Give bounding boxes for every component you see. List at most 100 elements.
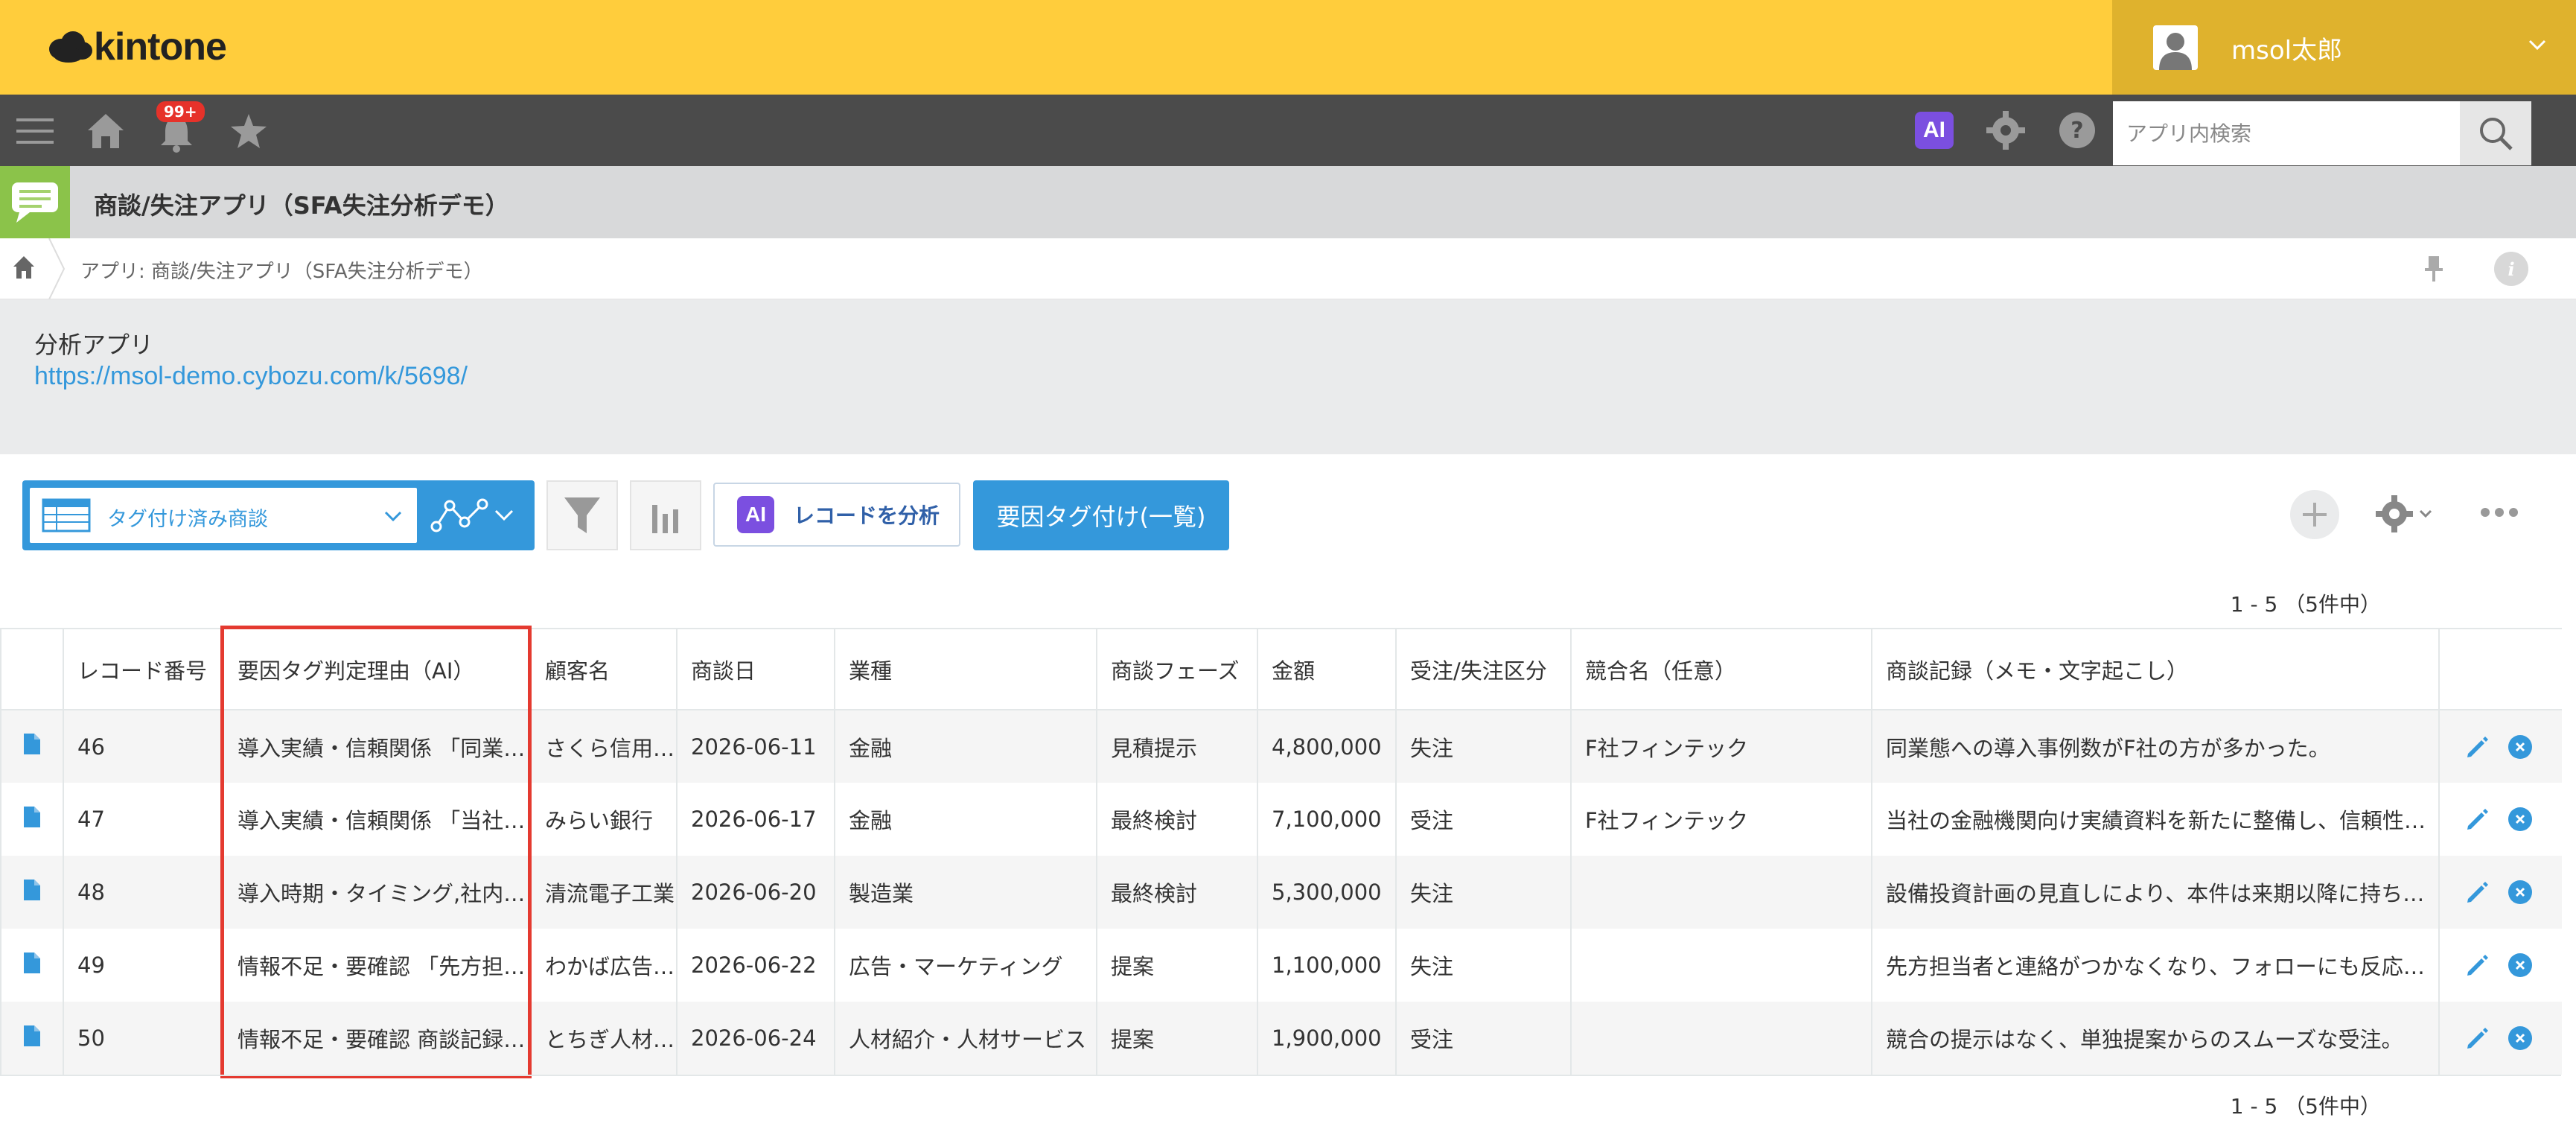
cell-industry: 人材紹介・人材サービス: [834, 1002, 1097, 1075]
header-amount[interactable]: 金額: [1257, 628, 1396, 710]
header-factor-tag-reason[interactable]: 要因タグ判定理由（AI）: [223, 628, 531, 710]
record-detail-link[interactable]: [0, 856, 63, 929]
cell-customer-name: とちぎ人材…: [530, 1002, 677, 1075]
header-phase[interactable]: 商談フェーズ: [1096, 628, 1257, 710]
edit-pencil-icon[interactable]: [2465, 953, 2490, 978]
delete-button[interactable]: [2508, 953, 2532, 977]
cell-competitor: [1570, 856, 1872, 929]
document-icon: [24, 1025, 40, 1046]
cell-factor-tag-reason: 情報不足・要確認 商談記録…: [223, 1002, 531, 1075]
app-header: 商談/失注アプリ（SFA失注分析デモ）: [0, 166, 2576, 238]
home-icon[interactable]: [12, 255, 36, 280]
gear-icon: [2376, 495, 2413, 532]
cell-phase: 最終検討: [1096, 783, 1257, 856]
close-icon: [2515, 742, 2525, 751]
user-icon: [2159, 33, 2192, 70]
info-icon[interactable]: i: [2494, 252, 2528, 286]
star-icon[interactable]: [229, 112, 268, 150]
cell-meeting-date: 2026-06-17: [676, 783, 835, 856]
cell-customer-name: さくら信用…: [530, 710, 677, 783]
edit-pencil-icon[interactable]: [2465, 734, 2490, 760]
user-menu[interactable]: msol太郎: [2112, 0, 2576, 95]
header-competitor[interactable]: 競合名（任意）: [1570, 628, 1872, 710]
record-detail-link[interactable]: [0, 1002, 63, 1075]
header-customer-name[interactable]: 顧客名: [530, 628, 677, 710]
header-industry[interactable]: 業種: [834, 628, 1097, 710]
cell-factor-tag-reason: 導入時期・タイミング,社内…: [223, 856, 531, 929]
edit-pencil-icon[interactable]: [2465, 1025, 2490, 1051]
app-search-input[interactable]: [2113, 101, 2460, 165]
header-record-number[interactable]: レコード番号: [63, 628, 223, 710]
edit-pencil-icon[interactable]: [2465, 807, 2490, 832]
menu-icon[interactable]: [16, 115, 54, 147]
view-select-label: タグ付け済み商談: [107, 508, 268, 531]
cell-industry: 製造業: [834, 856, 1097, 929]
cell-meeting-notes: 先方担当者と連絡がつかなくなり、フォローにも反応が…: [1871, 929, 2439, 1002]
delete-button[interactable]: [2508, 807, 2532, 831]
more-options-button[interactable]: [2481, 508, 2518, 517]
header-actions: [2438, 628, 2562, 710]
avatar: [2153, 25, 2198, 70]
cell-customer-name: わかば広告…: [530, 929, 677, 1002]
cell-phase: 最終検討: [1096, 856, 1257, 929]
analyze-records-button[interactable]: AI レコードを分析: [713, 483, 960, 547]
delete-button[interactable]: [2508, 1026, 2532, 1050]
search-icon: [2480, 118, 2513, 150]
pin-icon[interactable]: [2423, 255, 2445, 283]
record-detail-link[interactable]: [0, 783, 63, 856]
breadcrumb-app-link[interactable]: アプリ: 商談/失注アプリ（SFA失注分析デモ）: [80, 256, 483, 284]
cell-amount: 1,100,000: [1257, 929, 1396, 1002]
logo-text: kintone: [94, 25, 227, 69]
chevron-down-icon: [2419, 509, 2432, 518]
gear-icon[interactable]: [1986, 111, 2025, 150]
chart-button[interactable]: [630, 480, 701, 550]
description-link[interactable]: https://msol-demo.cybozu.com/k/5698/: [34, 362, 468, 391]
header-win-loss[interactable]: 受注/失注区分: [1395, 628, 1571, 710]
cell-industry: 金融: [834, 783, 1097, 856]
table-row: 49 情報不足・要確認 「先方担… わかば広告… 2026-06-22 広告・マーケティ…: [0, 929, 2562, 1002]
settings-button[interactable]: [2375, 494, 2433, 533]
cell-factor-tag-reason: 情報不足・要確認 「先方担…: [223, 929, 531, 1002]
cell-phase: 見積提示: [1096, 710, 1257, 783]
factor-tagging-button[interactable]: 要因タグ付け(一覧): [973, 480, 1229, 550]
dot: [2481, 508, 2490, 517]
app-description: 分析アプリ https://msol-demo.cybozu.com/k/569…: [0, 299, 2576, 454]
cell-competitor: [1570, 929, 1872, 1002]
delete-button[interactable]: [2508, 734, 2532, 759]
cell-industry: 金融: [834, 710, 1097, 783]
cell-win-loss: 失注: [1395, 710, 1571, 783]
edit-pencil-icon[interactable]: [2465, 880, 2490, 905]
add-record-button[interactable]: [2290, 490, 2339, 539]
home-icon[interactable]: [86, 112, 125, 150]
close-icon: [2515, 887, 2525, 897]
analyze-records-label: レコードを分析: [794, 503, 940, 528]
header-meeting-notes[interactable]: 商談記録（メモ・文字起こし）: [1871, 628, 2439, 710]
view-select[interactable]: タグ付け済み商談: [30, 488, 417, 543]
search-button[interactable]: [2460, 101, 2531, 165]
graph-icon[interactable]: [430, 497, 490, 534]
kintone-logo[interactable]: kintone: [46, 22, 227, 71]
help-icon[interactable]: ?: [2058, 111, 2097, 150]
cell-amount: 7,100,000: [1257, 783, 1396, 856]
header-meeting-date[interactable]: 商談日: [676, 628, 835, 710]
cell-competitor: [1570, 1002, 1872, 1075]
record-detail-link[interactable]: [0, 929, 63, 1002]
row-actions: [2438, 856, 2562, 929]
chevron-down-icon[interactable]: [493, 506, 515, 525]
filter-icon: [564, 497, 600, 533]
filter-button[interactable]: [546, 480, 618, 550]
cell-record-number: 47: [63, 783, 223, 856]
cell-win-loss: 失注: [1395, 929, 1571, 1002]
cell-phase: 提案: [1096, 929, 1257, 1002]
cell-amount: 1,900,000: [1257, 1002, 1396, 1075]
row-actions: [2438, 783, 2562, 856]
cell-factor-tag-reason: 導入実績・信頼関係 「同業…: [223, 710, 531, 783]
table-bottom-border: [0, 1075, 2561, 1076]
cell-industry: 広告・マーケティング: [834, 929, 1097, 1002]
delete-button[interactable]: [2508, 880, 2532, 904]
record-detail-link[interactable]: [0, 710, 63, 783]
cell-meeting-notes: 競合の提示はなく、単独提案からのスムーズな受注。: [1871, 1002, 2439, 1075]
cell-phase: 提案: [1096, 1002, 1257, 1075]
ai-icon[interactable]: AI: [1915, 112, 1954, 149]
cell-win-loss: 受注: [1395, 783, 1571, 856]
